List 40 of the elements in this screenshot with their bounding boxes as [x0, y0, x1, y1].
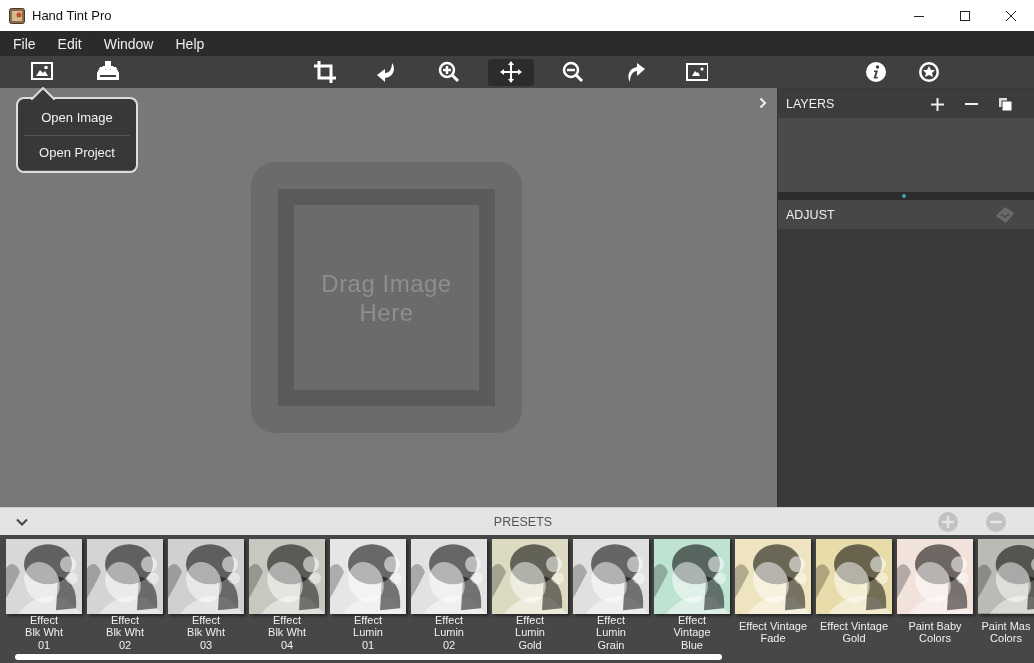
preset-label[interactable]: Paint Mas Colors: [981, 619, 1031, 645]
preset-label[interactable]: Effect Vintage Blue: [673, 613, 711, 651]
tool-button[interactable]: [488, 58, 534, 86]
preset-label[interactable]: Effect Blk Wht 04: [268, 613, 306, 651]
preset-label[interactable]: Paint Baby Colors: [908, 619, 962, 645]
crop-icon: [314, 61, 336, 83]
menu-item[interactable]: Window: [103, 34, 154, 53]
close-icon[interactable]: [1005, 9, 1017, 22]
preset-label[interactable]: Effect Lumin 02: [434, 613, 464, 651]
preset-label[interactable]: Effect Vintage Gold: [819, 619, 889, 645]
image-icon: [686, 61, 708, 83]
preset-label[interactable]: Effect Lumin 01: [353, 613, 383, 651]
menu-item[interactable]: Edit: [57, 34, 82, 53]
info-icon: [865, 61, 887, 83]
menu-item[interactable]: Help: [175, 34, 205, 53]
splitter-handle-icon[interactable]: [901, 194, 906, 198]
zoom-in-icon: [438, 61, 460, 83]
preset-label[interactable]: Effect Lumin Grain: [596, 613, 626, 651]
preset-label[interactable]: Effect Vintage Fade: [738, 619, 808, 645]
preset-label[interactable]: Effect Lumin Gold: [515, 613, 545, 651]
chevron-down-icon[interactable]: [16, 517, 28, 526]
image-icon: [31, 61, 53, 83]
panel-title: PRESETS: [492, 514, 554, 529]
preset-label[interactable]: Effect Blk Wht 02: [106, 613, 144, 651]
menu-item[interactable]: Open Image: [24, 101, 130, 136]
add-icon[interactable]: [931, 97, 944, 111]
zoom-out-icon: [562, 61, 584, 83]
chevron-right-icon[interactable]: [759, 97, 767, 109]
app-icon: [9, 7, 25, 24]
move-icon: [500, 61, 522, 83]
preset-label[interactable]: Effect Blk Wht 01: [25, 613, 63, 651]
window-title: Hand Tint Pro: [32, 8, 112, 23]
scrollbar[interactable]: [15, 654, 722, 660]
preset-label[interactable]: Effect Blk Wht 03: [187, 613, 225, 651]
maximize-icon[interactable]: [959, 9, 971, 22]
duplicate-icon[interactable]: [999, 97, 1012, 111]
menu-item[interactable]: File: [13, 34, 36, 53]
panel-title: LAYERS: [786, 97, 835, 111]
menu-item[interactable]: Open Project: [24, 136, 130, 171]
panel-title: ADJUST: [786, 207, 835, 222]
